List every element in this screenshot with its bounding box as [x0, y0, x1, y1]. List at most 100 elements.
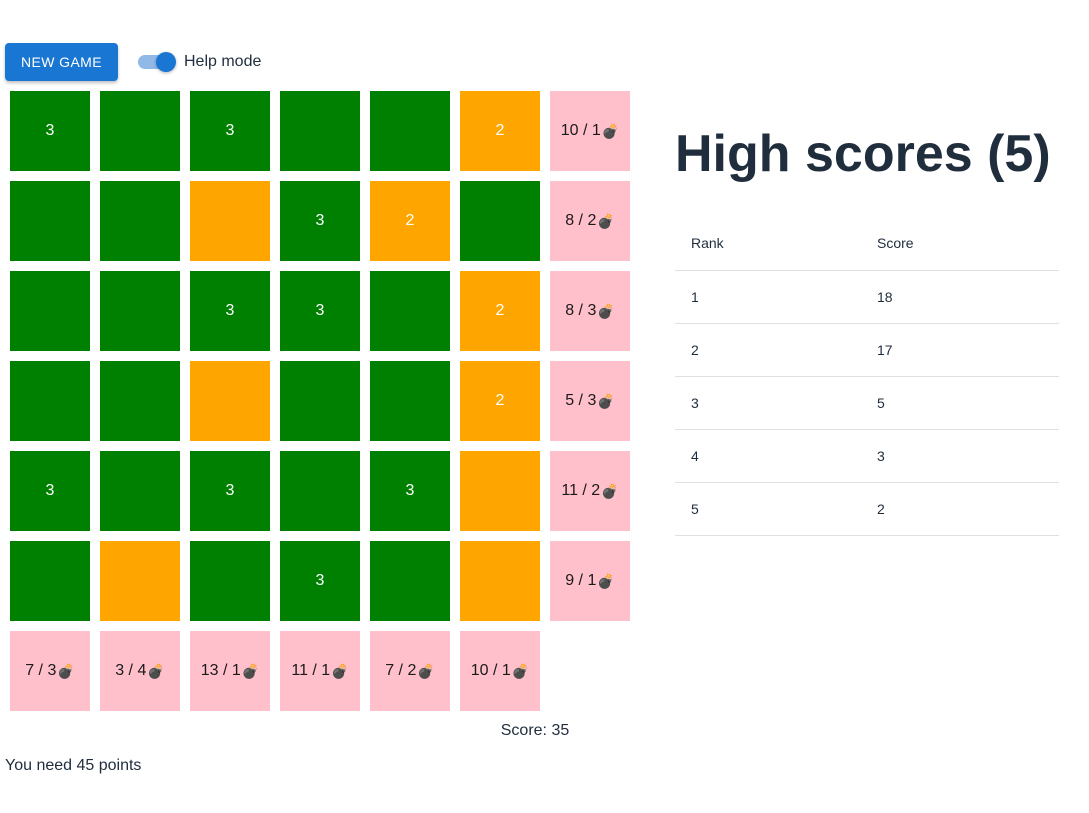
board-tile[interactable] [10, 361, 90, 441]
bomb-icon: 💣 [601, 482, 619, 499]
rank-cell: 4 [675, 429, 861, 483]
toggle-thumb[interactable] [155, 52, 176, 72]
hint-text: 7 / 3 [25, 662, 57, 679]
board-tile[interactable] [190, 361, 270, 441]
board-tile[interactable] [370, 361, 450, 441]
board-tile[interactable]: 3 [10, 91, 90, 171]
rank-cell: 1 [675, 270, 861, 324]
board-tile[interactable] [460, 541, 540, 621]
tile-value: 3 [405, 482, 415, 499]
hint-cell: 11 / 2 💣 [550, 451, 630, 531]
board-tile[interactable] [190, 181, 270, 261]
board-tile[interactable]: 3 [10, 451, 90, 531]
board-tile[interactable] [100, 91, 180, 171]
board-tile[interactable]: 3 [370, 451, 450, 531]
board-tile[interactable] [280, 361, 360, 441]
score-cell: 3 [861, 429, 1059, 483]
high-scores-title: High scores (5) [675, 125, 1051, 183]
hint-cell: 10 / 1 💣 [460, 631, 540, 711]
board-tile[interactable] [10, 541, 90, 621]
rank-cell: 5 [675, 482, 861, 536]
board-tile[interactable] [280, 91, 360, 171]
board-tile[interactable]: 3 [190, 91, 270, 171]
score-column-header: Score [861, 216, 1059, 271]
board-tile[interactable]: 3 [190, 271, 270, 351]
board-tile[interactable] [370, 91, 450, 171]
bomb-icon: 💣 [57, 662, 75, 679]
bomb-icon: 💣 [511, 662, 530, 679]
board-tile[interactable] [10, 271, 90, 351]
board-tile[interactable] [100, 271, 180, 351]
high-scores-panel: High scores (5) Rank Score 1 18 2 17 3 5… [675, 118, 1059, 536]
hint-cell: 7 / 2 💣 [370, 631, 450, 711]
tile-value: 3 [45, 482, 55, 499]
tile-value: 3 [225, 302, 235, 319]
board-tile[interactable] [370, 541, 450, 621]
bomb-icon: 💣 [601, 122, 620, 139]
table-row: 5 2 [675, 482, 1059, 536]
bomb-icon: 💣 [597, 212, 615, 229]
tile-value: 3 [315, 302, 325, 319]
score-cell: 17 [861, 323, 1059, 377]
hint-text: 10 / 1 [560, 122, 601, 139]
board-tile[interactable]: 3 [280, 271, 360, 351]
hint-cell: 9 / 1 💣 [550, 541, 630, 621]
board-tile[interactable]: 2 [460, 91, 540, 171]
table-row: 2 17 [675, 323, 1059, 377]
hint-text: 11 / 1 [291, 662, 331, 679]
board-tile[interactable] [460, 181, 540, 261]
bomb-icon: 💣 [147, 662, 165, 679]
rank-cell: 3 [675, 376, 861, 430]
board-tile[interactable]: 2 [460, 361, 540, 441]
board-tile[interactable]: 3 [280, 181, 360, 261]
board-tile[interactable] [370, 271, 450, 351]
table-header-row: Rank Score [675, 216, 1059, 271]
score-cell: 2 [861, 482, 1059, 536]
hint-text: 5 / 3 [565, 392, 597, 409]
hint-cell: 8 / 3 💣 [550, 271, 630, 351]
board-tile[interactable] [100, 451, 180, 531]
new-game-button[interactable]: NEW GAME [5, 43, 118, 81]
board-tile[interactable] [100, 181, 180, 261]
board-tile[interactable] [100, 541, 180, 621]
hint-text: 8 / 2 [565, 212, 597, 229]
help-mode-toggle[interactable]: Help mode [137, 52, 262, 72]
tile-value: 2 [405, 212, 415, 229]
rank-column-header: Rank [675, 216, 861, 271]
hint-text: 11 / 2 [561, 482, 601, 499]
tile-value: 2 [495, 122, 505, 139]
hint-text: 7 / 2 [385, 662, 417, 679]
board-tile[interactable]: 2 [460, 271, 540, 351]
table-row: 1 18 [675, 270, 1059, 324]
bomb-icon: 💣 [331, 662, 349, 679]
toolbar: NEW GAME Help mode [5, 43, 261, 81]
hint-cell: 8 / 2 💣 [550, 181, 630, 261]
game-board: 3 3 2 10 / 1 💣 3 2 8 / 2 💣 3 3 2 8 / 3 💣 2 5 / 3 💣 3 3 3 11 … [10, 91, 630, 711]
bomb-icon: 💣 [597, 392, 615, 409]
board-tile[interactable] [100, 361, 180, 441]
board-tile[interactable] [190, 541, 270, 621]
hint-cell: 7 / 3 💣 [10, 631, 90, 711]
rank-cell: 2 [675, 323, 861, 377]
help-mode-label: Help mode [183, 53, 262, 70]
hint-cell: 11 / 1 💣 [280, 631, 360, 711]
tile-value: 3 [45, 122, 55, 139]
board-tile[interactable] [460, 451, 540, 531]
tile-value: 3 [315, 212, 325, 229]
board-tile[interactable] [10, 181, 90, 261]
board-tile[interactable] [280, 451, 360, 531]
board-tile[interactable]: 3 [190, 451, 270, 531]
board-tile[interactable]: 2 [370, 181, 450, 261]
bomb-icon: 💣 [597, 302, 615, 319]
hint-cell: 5 / 3 💣 [550, 361, 630, 441]
toggle-track[interactable] [137, 52, 176, 72]
score-display: Score: 35 [500, 722, 570, 739]
hint-text: 3 / 4 [115, 662, 147, 679]
bomb-icon: 💣 [597, 572, 615, 589]
board-tile[interactable]: 3 [280, 541, 360, 621]
score-cell: 18 [861, 270, 1059, 324]
hint-text: 10 / 1 [470, 662, 511, 679]
points-needed-text: You need 45 points [5, 757, 142, 774]
hint-cell: 10 / 1 💣 [550, 91, 630, 171]
tile-value: 2 [495, 302, 505, 319]
